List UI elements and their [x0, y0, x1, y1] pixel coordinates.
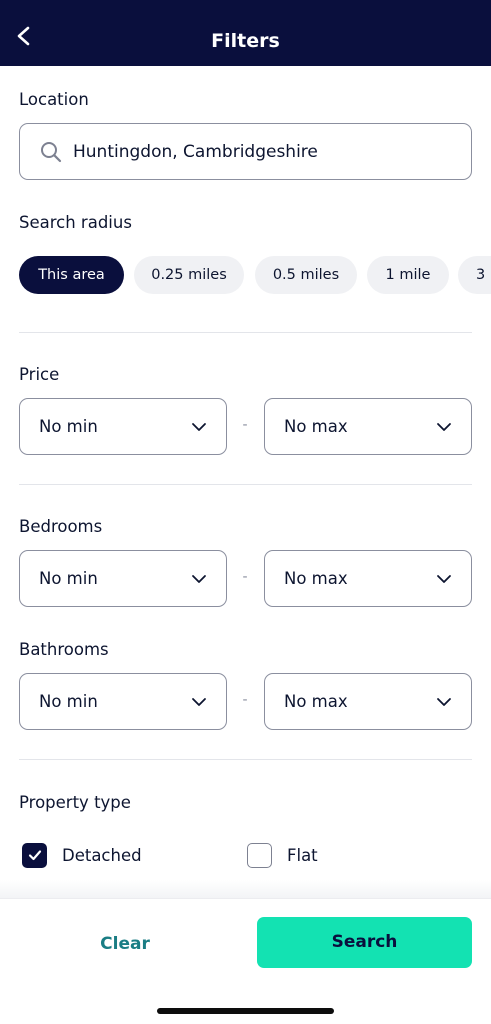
bathrooms-min-select[interactable]: No min: [19, 673, 227, 730]
chevron-down-icon: [437, 574, 451, 583]
checkbox-unchecked[interactable]: [247, 842, 272, 868]
search-button[interactable]: Search: [257, 917, 472, 968]
chevron-down-icon: [192, 574, 206, 583]
location-search-field[interactable]: [19, 123, 472, 180]
home-indicator: [157, 1008, 334, 1014]
radius-chip-0-25-miles[interactable]: 0.25 miles: [134, 256, 244, 294]
price-min-select[interactable]: No min: [19, 398, 227, 455]
divider: [19, 484, 472, 485]
bathrooms-min-value: No min: [39, 692, 98, 711]
chevron-down-icon: [192, 697, 206, 706]
price-min-value: No min: [39, 417, 98, 436]
radius-chip-0-5-miles[interactable]: 0.5 miles: [255, 256, 357, 294]
bedrooms-min-select[interactable]: No min: [19, 550, 227, 607]
location-input[interactable]: [73, 141, 453, 162]
price-max-select[interactable]: No max: [264, 398, 472, 455]
price-max-value: No max: [284, 417, 348, 436]
bedrooms-min-value: No min: [39, 569, 98, 588]
checkbox-label: Detached: [62, 845, 142, 865]
chevron-down-icon: [192, 422, 206, 431]
bedrooms-label: Bedrooms: [19, 517, 103, 536]
divider: [19, 332, 472, 333]
radius-chip-1-mile[interactable]: 1 mile: [367, 256, 449, 294]
search-icon: [39, 139, 65, 165]
property-type-label: Property type: [19, 793, 131, 812]
property-type-flat[interactable]: Flat: [247, 842, 318, 868]
radius-chip-list: This area 0.25 miles 0.5 miles 1 mile 3 …: [19, 256, 491, 294]
checkmark-icon: [28, 850, 41, 861]
bedrooms-max-value: No max: [284, 569, 348, 588]
checkbox-checked[interactable]: [22, 842, 47, 868]
bathrooms-max-select[interactable]: No max: [264, 673, 472, 730]
range-separator: -: [242, 692, 248, 708]
bathrooms-max-value: No max: [284, 692, 348, 711]
radius-chip-this-area[interactable]: This area: [19, 256, 124, 294]
range-separator: -: [242, 569, 248, 585]
radius-chip-3-miles[interactable]: 3 miles: [458, 256, 491, 294]
property-type-detached[interactable]: Detached: [22, 842, 142, 868]
location-label: Location: [19, 90, 89, 109]
price-label: Price: [19, 365, 60, 384]
range-separator: -: [242, 417, 248, 433]
bathrooms-label: Bathrooms: [19, 640, 109, 659]
divider: [19, 759, 472, 760]
bedrooms-max-select[interactable]: No max: [264, 550, 472, 607]
bottom-action-bar: Clear Search: [0, 898, 491, 1024]
clear-button[interactable]: Clear: [60, 929, 190, 959]
search-radius-label: Search radius: [19, 213, 132, 232]
chevron-down-icon: [437, 697, 451, 706]
chevron-down-icon: [437, 422, 451, 431]
header-bar: Filters: [0, 0, 491, 66]
checkbox-label: Flat: [287, 845, 318, 865]
page-title: Filters: [211, 30, 280, 52]
scroll-fade: [0, 880, 491, 898]
